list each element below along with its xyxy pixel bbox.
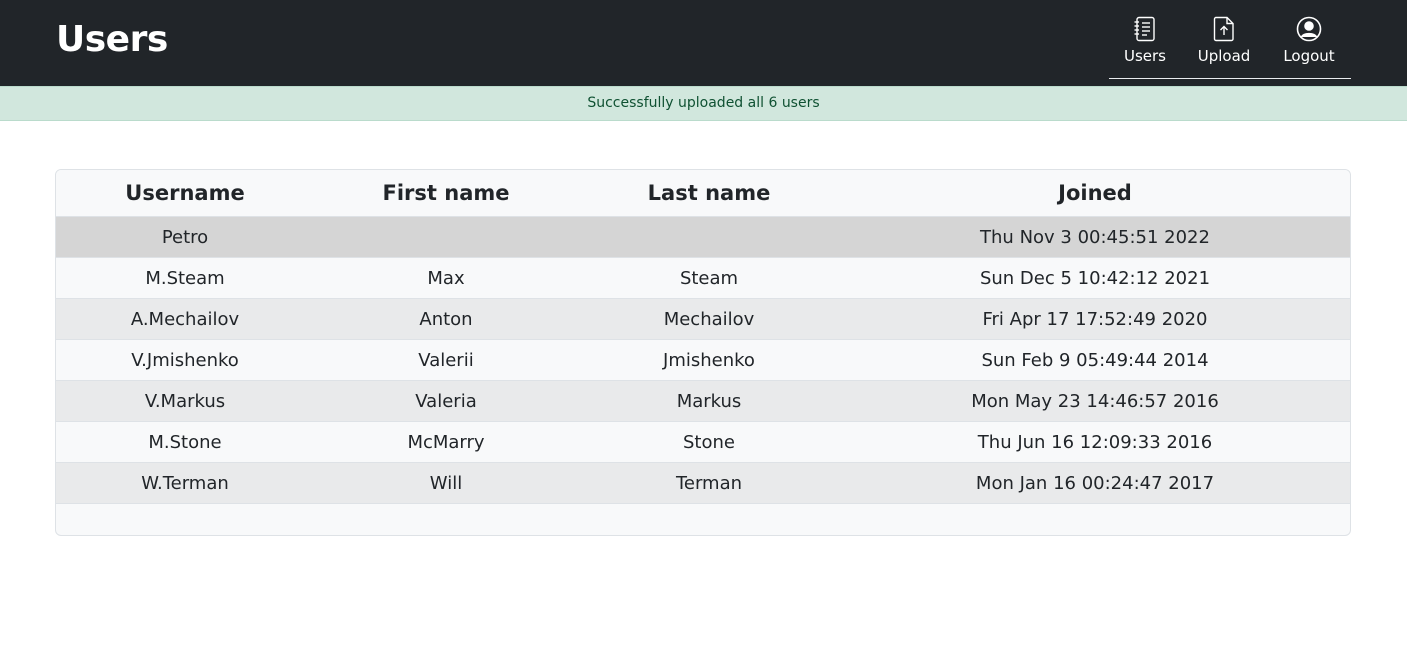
nav-item-upload[interactable]: Upload: [1181, 0, 1267, 78]
success-alert: Successfully uploaded all 6 users: [0, 86, 1407, 121]
column-header-username[interactable]: Username: [56, 170, 314, 217]
nav-menu: Users Upload Logout: [1109, 0, 1351, 79]
cell-first-name: Will: [314, 462, 578, 504]
cell-username: M.Steam: [56, 257, 314, 299]
table-row[interactable]: M.Stone McMarry Stone Thu Jun 16 12:09:3…: [56, 421, 1350, 463]
cell-first-name: Valeria: [314, 380, 578, 422]
cell-last-name: Mechailov: [578, 298, 840, 340]
cell-username: A.Mechailov: [56, 298, 314, 340]
column-header-last-name[interactable]: Last name: [578, 170, 840, 217]
cell-joined: Sun Feb 9 05:49:44 2014: [840, 339, 1350, 381]
table-row[interactable]: W.Terman Will Terman Mon Jan 16 00:24:47…: [56, 462, 1350, 504]
navbar: Users Users Upload Logout: [0, 0, 1407, 86]
cell-last-name: Stone: [578, 421, 840, 463]
nav-item-logout[interactable]: Logout: [1267, 0, 1351, 78]
person-circle-icon: [1296, 16, 1322, 42]
nav-item-label: Logout: [1283, 47, 1335, 65]
cell-last-name: Markus: [578, 380, 840, 422]
users-table: Username First name Last name Joined Pet…: [55, 169, 1351, 536]
cell-last-name: Terman: [578, 462, 840, 504]
cell-first-name: McMarry: [314, 421, 578, 463]
journal-icon: [1132, 16, 1158, 42]
table-row[interactable]: Petro Thu Nov 3 00:45:51 2022: [56, 216, 1350, 258]
cell-last-name: Steam: [578, 257, 840, 299]
column-header-joined[interactable]: Joined: [840, 170, 1350, 217]
upload-file-icon: [1211, 16, 1237, 42]
cell-username: V.Jmishenko: [56, 339, 314, 381]
nav-item-users[interactable]: Users: [1109, 0, 1181, 78]
table-header-row: Username First name Last name Joined: [56, 170, 1350, 217]
table-row[interactable]: M.Steam Max Steam Sun Dec 5 10:42:12 202…: [56, 257, 1350, 299]
nav-item-label: Upload: [1197, 47, 1251, 65]
cell-joined: Mon May 23 14:46:57 2016: [840, 380, 1350, 422]
table-row[interactable]: V.Markus Valeria Markus Mon May 23 14:46…: [56, 380, 1350, 422]
cell-last-name: [578, 216, 840, 258]
nav-item-label: Users: [1123, 47, 1166, 65]
cell-username: V.Markus: [56, 380, 314, 422]
cell-first-name: Max: [314, 257, 578, 299]
cell-joined: Thu Jun 16 12:09:33 2016: [840, 421, 1350, 463]
cell-joined: Fri Apr 17 17:52:49 2020: [840, 298, 1350, 340]
cell-username: M.Stone: [56, 421, 314, 463]
cell-joined: Thu Nov 3 00:45:51 2022: [840, 216, 1350, 258]
cell-last-name: Jmishenko: [578, 339, 840, 381]
table-row[interactable]: V.Jmishenko Valerii Jmishenko Sun Feb 9 …: [56, 339, 1350, 381]
table-row[interactable]: A.Mechailov Anton Mechailov Fri Apr 17 1…: [56, 298, 1350, 340]
cell-joined: Sun Dec 5 10:42:12 2021: [840, 257, 1350, 299]
cell-username: Petro: [56, 216, 314, 258]
page-title: Users: [56, 19, 168, 60]
cell-joined: Mon Jan 16 00:24:47 2017: [840, 462, 1350, 504]
cell-first-name: Valerii: [314, 339, 578, 381]
column-header-first-name[interactable]: First name: [314, 170, 578, 217]
cell-first-name: Anton: [314, 298, 578, 340]
cell-username: W.Terman: [56, 462, 314, 504]
cell-first-name: [314, 216, 578, 258]
